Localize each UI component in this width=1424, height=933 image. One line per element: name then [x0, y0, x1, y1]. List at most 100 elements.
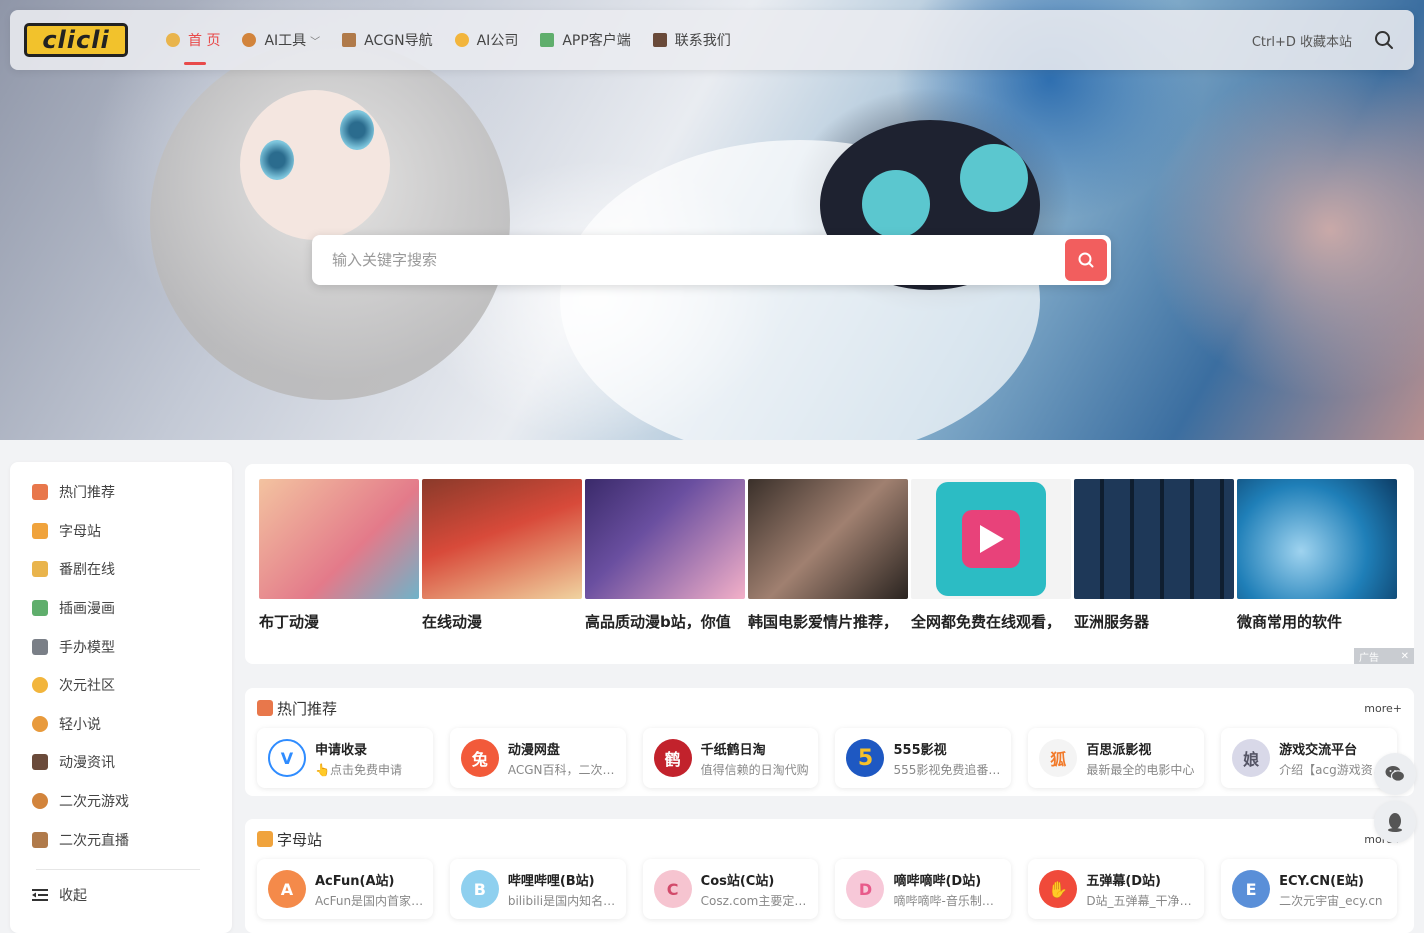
site-card[interactable]: 狐 百思派影视 最新最全的电影中心 [1028, 728, 1205, 788]
sidebar-item-game[interactable]: 二次元游戏 [10, 782, 232, 821]
sidebar-item-label: 番剧在线 [59, 562, 115, 579]
site-card[interactable]: B 哔哩哔哩(B站) bilibili是国内知名的视频弹幕网站 [449, 859, 626, 919]
wechat-button[interactable] [1374, 753, 1416, 795]
nav-item-home[interactable]: 首 页 [166, 10, 220, 70]
ai-tool-icon [242, 33, 257, 47]
sidebar-item-letter-site[interactable]: 字母站 [10, 512, 232, 551]
site-card[interactable]: 鹤 千纸鹤日淘 值得信赖的日淘代购 [642, 728, 819, 788]
site-name: 动漫网盘 [507, 742, 560, 758]
section-title: 热门推荐 [277, 699, 338, 718]
sidebar-item-figure[interactable]: 手办模型 [10, 627, 232, 666]
community-icon [32, 677, 48, 694]
nav-item-label: APP客户端 [562, 33, 631, 49]
hero-eye [340, 110, 374, 150]
ad-title: 布丁动漫 [259, 613, 320, 631]
sidebar-item-label: 轻小说 [59, 716, 101, 733]
ad-title: 高品质动漫b站，你值 [585, 613, 731, 631]
ad-card[interactable]: 亚洲服务器 [1074, 479, 1234, 632]
qq-icon [1388, 813, 1402, 832]
site-card[interactable]: ✋ 五弹幕(D站) D站_五弹幕_干净弹幕 [1028, 859, 1205, 919]
site-card[interactable]: 5 555影视 555影视免费追番看剧 [835, 728, 1012, 788]
sidebar-item-illustration[interactable]: 插画漫画 [10, 589, 232, 628]
site-name: AcFun(A站) [315, 873, 395, 889]
ad-banner: 布丁动漫 在线动漫 高品质动漫b站，你值 韩国电影爱情片推荐， 全网都免费在线观… [245, 464, 1414, 664]
site-card[interactable]: 兔 动漫网盘 ACGN百科，二次元动漫网盘 [449, 728, 626, 788]
ad-title: 在线动漫 [422, 613, 483, 631]
ad-title: 全网都免费在线观看， [911, 613, 1062, 631]
search-button[interactable] [1065, 239, 1107, 281]
sidebar-item-live[interactable]: 二次元直播 [10, 820, 232, 859]
close-icon[interactable]: ✕ [1401, 651, 1409, 662]
site-card[interactable]: E ECY.CN(E站) 二次元宇宙_ecy.cn [1221, 859, 1397, 919]
site-desc: 👆点击免费申请 [315, 762, 402, 777]
cat-eye [960, 144, 1028, 212]
live-icon [32, 831, 48, 848]
hot-icon [32, 484, 48, 501]
site-name: 申请收录 [315, 742, 368, 758]
ad-card[interactable]: 布丁动漫 [259, 479, 419, 632]
ad-card[interactable]: 韩国电影爱情片推荐， [748, 479, 908, 632]
ad-card[interactable]: 高品质动漫b站，你值 [585, 479, 745, 632]
sidebar-item-label: 动漫资讯 [59, 755, 115, 772]
search-icon[interactable] [1374, 30, 1394, 50]
nav-item-ai-tools[interactable]: AI工具 ﹀ [242, 10, 320, 70]
site-desc: AcFun是国内首家弹幕视频网站 [315, 893, 427, 908]
sidebar-item-community[interactable]: 次元社区 [10, 666, 232, 705]
ad-image [748, 479, 908, 599]
site-card[interactable]: C Cos站(C站) Cosz.com主要定位二次元 [642, 859, 819, 919]
chevron-down-icon: ﹀ [310, 36, 321, 48]
site-name: 游戏交流平台 [1279, 742, 1358, 758]
sidebar-item-hot[interactable]: 热门推荐 [10, 473, 232, 512]
ad-title: 亚洲服务器 [1074, 613, 1150, 631]
site-name: 百思派影视 [1086, 742, 1152, 758]
more-link[interactable]: more+ [1364, 702, 1402, 715]
qq-button[interactable] [1374, 801, 1416, 843]
site-card[interactable]: A AcFun(A站) AcFun是国内首家弹幕视频网站 [257, 859, 433, 919]
section-hot: 热门推荐 more+ V 申请收录 👆点击免费申请 兔 动漫网盘 ACGN百科，二次… [245, 688, 1414, 796]
site-name: 五弹幕(D站) [1086, 873, 1161, 889]
sidebar-item-anime-online[interactable]: 番剧在线 [10, 550, 232, 589]
figure-icon [32, 638, 48, 655]
nav-item-label: AI工具 [264, 33, 307, 49]
nav-item-ai-company[interactable]: AI公司 [454, 10, 518, 70]
sidebar-item-news[interactable]: 动漫资讯 [10, 743, 232, 782]
sidebar-item-label: 二次元游戏 [59, 794, 129, 811]
ad-card[interactable]: 在线动漫 [422, 479, 582, 632]
site-name: ECY.CN(E站) [1279, 873, 1364, 889]
nav-item-label: 首 页 [188, 33, 221, 49]
site-avatar: E [1232, 870, 1271, 908]
sidebar-item-light-novel[interactable]: 轻小说 [10, 705, 232, 744]
nav-item-label: ACGN导航 [364, 33, 433, 49]
hero-eye [260, 140, 294, 180]
ad-image [911, 479, 1071, 599]
site-desc: bilibili是国内知名的视频弹幕网站 [507, 893, 620, 908]
news-icon [32, 754, 48, 771]
site-desc: 最新最全的电影中心 [1086, 762, 1195, 777]
ad-card[interactable]: 微商常用的软件 [1237, 479, 1397, 632]
search-icon [1078, 252, 1094, 268]
cat-eye [862, 170, 930, 238]
sidebar-divider [36, 868, 200, 870]
nav-item-label: 联系我们 [674, 33, 731, 49]
sidebar-item-label: 字母站 [59, 523, 101, 540]
bookmark-hint[interactable]: Ctrl+D 收藏本站 [1252, 31, 1352, 50]
ad-title: 韩国电影爱情片推荐， [748, 613, 899, 631]
site-avatar: D [846, 870, 885, 908]
site-name: Cos站(C站) [700, 873, 775, 889]
site-card[interactable]: V 申请收录 👆点击免费申请 [257, 728, 433, 788]
site-card[interactable]: D 嘀哔嘀哔(D站) 嘀哔嘀哔-音乐制作交流 [835, 859, 1012, 919]
ad-card[interactable]: 全网都免费在线观看， [911, 479, 1071, 632]
nav-item-acgn[interactable]: ACGN导航 [342, 10, 433, 70]
ad-image [259, 479, 419, 599]
sidebar-item-label: 二次元直播 [59, 832, 129, 849]
light-novel-icon [32, 715, 48, 732]
site-logo[interactable]: clicli [24, 23, 128, 57]
ad-title: 微商常用的软件 [1237, 613, 1343, 631]
search-input[interactable] [312, 235, 1065, 285]
sidebar-collapse-button[interactable]: 收起 [10, 880, 232, 910]
home-icon [166, 33, 180, 47]
site-avatar: 兔 [460, 739, 499, 777]
site-card[interactable]: 娘 游戏交流平台 介绍【acg游戏资源】 [1221, 728, 1397, 788]
nav-item-contact[interactable]: 联系我们 [652, 10, 731, 70]
nav-item-app[interactable]: APP客户端 [540, 10, 631, 70]
